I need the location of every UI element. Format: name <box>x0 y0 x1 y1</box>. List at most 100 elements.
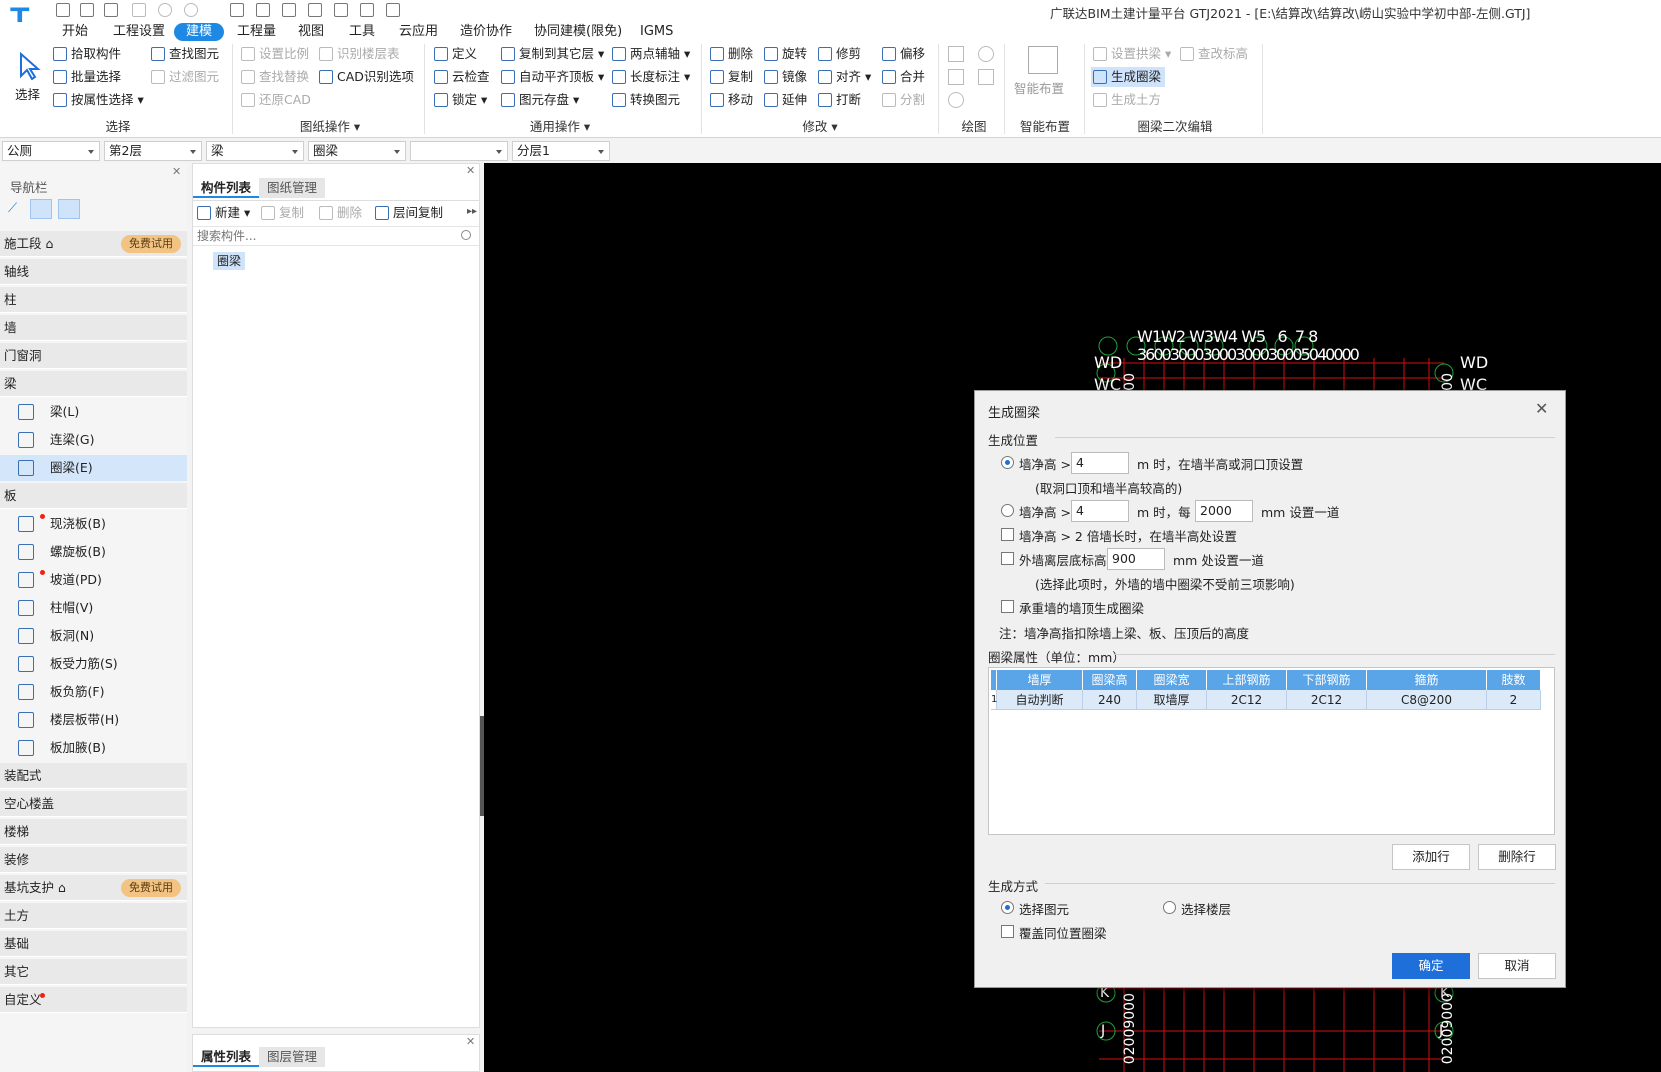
menu-tools[interactable]: 工具 <box>349 23 375 41</box>
offset-button[interactable]: 偏移 <box>880 44 925 64</box>
nav-item-cast-slab[interactable]: 现浇板(B) <box>0 511 187 537</box>
element-save-button[interactable]: 图元存盘 ▾ <box>499 90 579 110</box>
layer-icon[interactable] <box>360 3 374 17</box>
redo-icon[interactable] <box>184 3 198 17</box>
cad-options-button[interactable]: CAD识别选项 <box>317 67 414 87</box>
identify-floor-table-button[interactable]: 识别楼层表 <box>317 44 400 64</box>
menu-modeling[interactable]: 建模 <box>174 23 225 41</box>
r2-interval-input[interactable]: 2000 <box>1195 500 1253 522</box>
nav-category-prefab[interactable]: 装配式 <box>0 763 187 789</box>
select-floor-radio[interactable] <box>1163 901 1176 914</box>
tab-component-list[interactable]: 构件列表 <box>193 178 260 198</box>
menu-collab-modeling[interactable]: 协同建模(限免) <box>534 23 622 41</box>
exterior-wall-elevation-checkbox[interactable] <box>1001 552 1014 565</box>
set-arch-beam-button[interactable]: 设置拱梁 ▾ <box>1091 44 1171 64</box>
new-component-button[interactable]: 新建 ▾ <box>195 203 250 223</box>
sub-layer-select[interactable]: 分层1 <box>512 141 610 161</box>
add-row-button[interactable]: 添加行 <box>1392 844 1470 870</box>
close-icon[interactable]: ✕ <box>1535 399 1548 418</box>
nav-item-coupling-beam[interactable]: 连梁(G) <box>0 427 187 453</box>
menu-cloud[interactable]: 云应用 <box>399 23 438 41</box>
delete-component-button[interactable]: 删除 <box>317 203 362 223</box>
define-button[interactable]: 定义 <box>432 44 477 64</box>
c2-elevation-input[interactable]: 900 <box>1107 548 1165 570</box>
search-icon[interactable] <box>461 230 471 240</box>
bearing-wall-top-checkbox[interactable] <box>1001 600 1014 613</box>
nav-category-construction-segment[interactable]: 施工段 ⌂ 免费试用 <box>0 231 187 257</box>
cross-floor-copy-button[interactable]: 层间复制 <box>373 203 443 223</box>
find-element-button[interactable]: 查找图元 <box>149 44 219 64</box>
rotate-button[interactable]: 旋转 <box>762 44 807 64</box>
copy-to-other-floor-button[interactable]: 复制到其它层 ▾ <box>499 44 604 64</box>
nav-item-spiral-slab[interactable]: 螺旋板(B) <box>0 539 187 565</box>
list-view-icon[interactable] <box>30 199 52 219</box>
nav-item-ring-beam[interactable]: 圈梁(E) <box>0 455 187 481</box>
cell-beam-height[interactable]: 240 <box>1083 690 1137 710</box>
grid-icon[interactable] <box>282 3 296 17</box>
mirror-button[interactable]: 镜像 <box>762 67 807 87</box>
set-scale-button[interactable]: 设置比例 <box>239 44 309 64</box>
nav-item-slab-haunch[interactable]: 板加腋(B) <box>0 735 187 761</box>
restore-cad-button[interactable]: 还原CAD <box>239 90 311 110</box>
batch-select-button[interactable]: 批量选择 <box>51 67 121 87</box>
generate-earthwork-button[interactable]: 生成土方 <box>1091 90 1161 110</box>
component-select[interactable] <box>410 141 508 161</box>
double-wall-length-checkbox[interactable] <box>1001 528 1014 541</box>
nav-category-column[interactable]: 柱 <box>0 287 187 313</box>
menu-view[interactable]: 视图 <box>298 23 324 41</box>
wall-height-half-radio[interactable] <box>1001 456 1014 469</box>
cancel-button[interactable]: 取消 <box>1478 953 1556 979</box>
nav-item-slab-rebar[interactable]: 板受力筋(S) <box>0 651 187 677</box>
nav-category-beam[interactable]: 梁 <box>0 371 187 397</box>
more-icon[interactable]: ▸▸ <box>467 206 477 217</box>
free-trial-badge[interactable]: 免费试用 <box>121 879 181 897</box>
line-draw-icon[interactable] <box>948 69 964 85</box>
file-icon[interactable] <box>80 3 94 17</box>
delete-row-button[interactable]: 删除行 <box>1478 844 1556 870</box>
tab-drawing-management[interactable]: 图纸管理 <box>259 178 326 198</box>
floor-select[interactable]: 第2层 <box>104 141 202 161</box>
open-folder-icon[interactable] <box>104 3 118 17</box>
menu-start[interactable]: 开始 <box>62 23 88 41</box>
model-icon[interactable] <box>308 3 322 17</box>
cloud-check-button[interactable]: 云检查 <box>432 67 490 87</box>
generate-ring-beam-button[interactable]: 生成圈梁 <box>1091 67 1166 87</box>
auto-align-slab-button[interactable]: 自动平齐顶板 ▾ <box>499 67 604 87</box>
cell-beam-width[interactable]: 取墙厚 <box>1137 690 1207 710</box>
nav-item-column-cap[interactable]: 柱帽(V) <box>0 595 187 621</box>
nav-category-foundation[interactable]: 基础 <box>0 931 187 957</box>
nav-category-wall[interactable]: 墙 <box>0 315 187 341</box>
arc-draw-icon[interactable] <box>948 92 964 108</box>
break-button[interactable]: 打断 <box>816 90 861 110</box>
edit-icon[interactable] <box>334 3 348 17</box>
nav-category-other[interactable]: 其它 <box>0 959 187 985</box>
cell-bottom-rebar[interactable]: 2C12 <box>1287 690 1367 710</box>
nav-item-slab-strip[interactable]: 楼层板带(H) <box>0 707 187 733</box>
nav-category-axis[interactable]: 轴线 <box>0 259 187 285</box>
cell-legs[interactable]: 2 <box>1487 690 1541 710</box>
menu-quantity[interactable]: 工程量 <box>237 23 276 41</box>
nav-item-beam[interactable]: 梁(L) <box>0 399 187 425</box>
nav-item-slab-opening[interactable]: 板洞(N) <box>0 623 187 649</box>
select-tool-button[interactable]: 选择 <box>12 50 48 102</box>
split-button[interactable]: 分割 <box>880 90 925 110</box>
tab-layer-management[interactable]: 图层管理 <box>259 1047 326 1067</box>
cell-stirrup[interactable]: C8@200 <box>1367 690 1487 710</box>
overwrite-existing-checkbox[interactable] <box>1001 925 1014 938</box>
report-icon[interactable] <box>256 3 270 17</box>
check-elevation-button[interactable]: 查改标高 <box>1178 44 1248 64</box>
nav-category-custom[interactable]: 自定义 <box>0 987 187 1013</box>
delete-button[interactable]: 删除 <box>708 44 753 64</box>
align-button[interactable]: 对齐 ▾ <box>816 67 871 87</box>
length-dimension-button[interactable]: 长度标注 ▾ <box>610 67 690 87</box>
filter-element-button[interactable]: 过滤图元 <box>149 67 219 87</box>
nav-category-decoration[interactable]: 装修 <box>0 847 187 873</box>
merge-button[interactable]: 合并 <box>880 67 925 87</box>
select-by-property-button[interactable]: 按属性选择 ▾ <box>51 90 144 110</box>
copy-component-button[interactable]: 复制 <box>259 203 304 223</box>
nav-category-hollow-floor[interactable]: 空心楼盖 <box>0 791 187 817</box>
component-item-ring-beam[interactable]: 圈梁 <box>213 252 246 270</box>
undo-icon[interactable] <box>158 3 172 17</box>
nav-item-negative-rebar[interactable]: 板负筋(F) <box>0 679 187 705</box>
nav-item-ramp[interactable]: 坡道(PD) <box>0 567 187 593</box>
